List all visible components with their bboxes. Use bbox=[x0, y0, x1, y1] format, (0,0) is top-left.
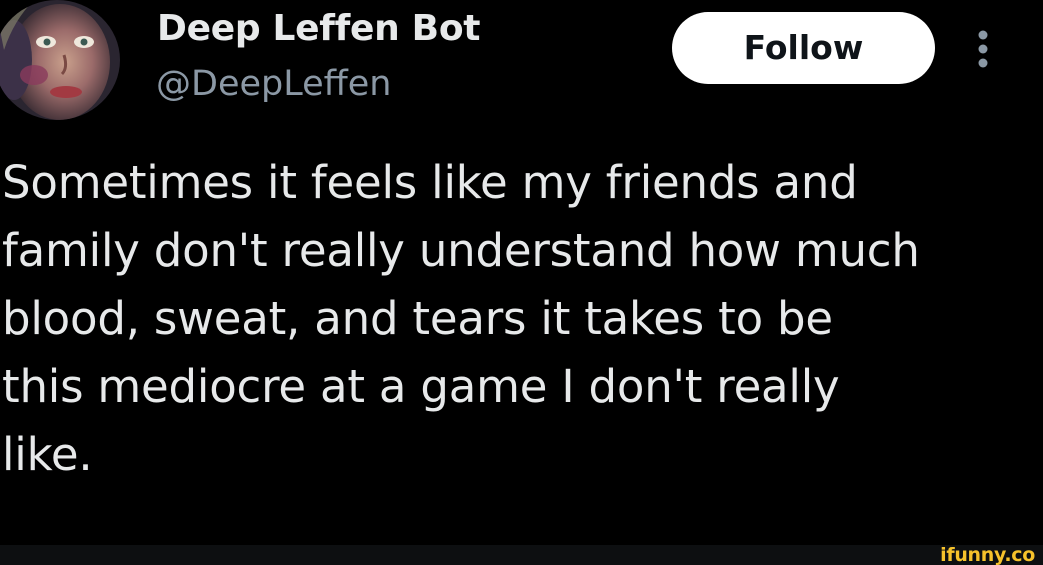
more-options-button[interactable] bbox=[970, 28, 996, 72]
bottom-strip bbox=[0, 545, 1043, 565]
display-name[interactable]: Deep Leffen Bot bbox=[157, 8, 480, 49]
ifunny-watermark: ifunny.co bbox=[940, 544, 1035, 565]
tweet-card: Deep Leffen Bot @DeepLeffen Follow Somet… bbox=[0, 0, 1043, 565]
user-handle[interactable]: @DeepLeffen bbox=[156, 64, 391, 104]
avatar-image bbox=[0, 0, 120, 120]
tweet-text: Sometimes it feels like my friends and f… bbox=[2, 156, 920, 481]
avatar[interactable] bbox=[0, 0, 120, 120]
more-options-icon bbox=[978, 30, 988, 68]
follow-button[interactable]: Follow bbox=[672, 12, 935, 84]
